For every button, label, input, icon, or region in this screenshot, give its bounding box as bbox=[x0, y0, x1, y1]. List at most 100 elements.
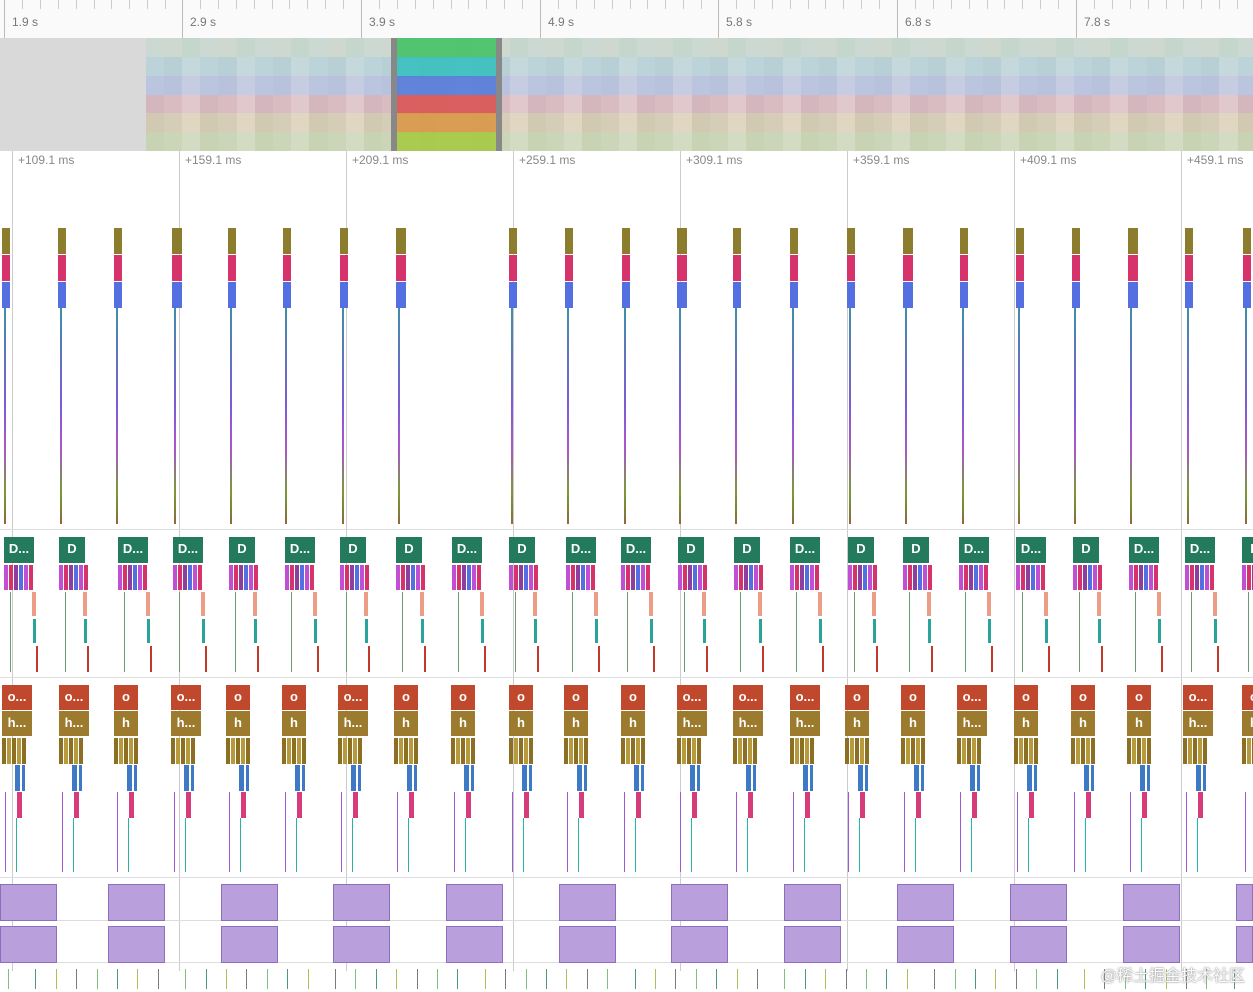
draw-subslice[interactable] bbox=[69, 565, 73, 590]
draw-frame-slice[interactable]: D... bbox=[4, 537, 34, 563]
blue-subslice[interactable] bbox=[127, 765, 132, 791]
handler-subslice[interactable] bbox=[584, 738, 588, 764]
draw-subslice[interactable] bbox=[173, 565, 177, 590]
draw-subslice[interactable] bbox=[908, 565, 912, 590]
handler-subslice[interactable] bbox=[64, 738, 68, 764]
handler-slice[interactable]: h... bbox=[790, 711, 820, 736]
choreographer-slice[interactable]: o bbox=[621, 685, 645, 710]
draw-subslice[interactable] bbox=[1036, 565, 1040, 590]
handler-subslice[interactable] bbox=[471, 738, 475, 764]
draw-subslice[interactable] bbox=[4, 565, 8, 590]
handler-subslice[interactable] bbox=[529, 738, 533, 764]
blue-subslice[interactable] bbox=[471, 765, 474, 791]
draw-subslice[interactable] bbox=[853, 565, 857, 590]
draw-subslice[interactable] bbox=[1149, 565, 1153, 590]
draw-subslice[interactable] bbox=[462, 565, 466, 590]
blue-subslice[interactable] bbox=[184, 765, 189, 791]
frame-slice-olive[interactable] bbox=[172, 228, 182, 254]
draw-frame-slice[interactable]: D bbox=[1242, 537, 1253, 563]
handler-subslice[interactable] bbox=[682, 738, 686, 764]
handler-slice[interactable]: h... bbox=[338, 711, 368, 736]
handler-slice[interactable]: h... bbox=[1183, 711, 1213, 736]
frame-slice-magenta[interactable] bbox=[622, 255, 630, 281]
draw-subslice[interactable] bbox=[529, 565, 533, 590]
handler-subslice[interactable] bbox=[236, 738, 240, 764]
pink-subslice[interactable] bbox=[692, 792, 697, 818]
pink-subslice[interactable] bbox=[524, 792, 529, 818]
draw-subslice-salmon[interactable] bbox=[32, 592, 36, 616]
draw-subslice[interactable] bbox=[452, 565, 456, 590]
draw-subslice-salmon[interactable] bbox=[1097, 592, 1101, 616]
draw-subslice[interactable] bbox=[472, 565, 476, 590]
frame-slice-blue[interactable] bbox=[565, 282, 573, 308]
choreographer-slice[interactable]: o bbox=[509, 685, 533, 710]
vsync-pill[interactable] bbox=[221, 884, 278, 921]
draw-subslice[interactable] bbox=[9, 565, 13, 590]
draw-subslice[interactable] bbox=[1129, 565, 1133, 590]
draw-subslice[interactable] bbox=[754, 565, 758, 590]
blue-subslice[interactable] bbox=[746, 765, 751, 791]
frame-slice-olive[interactable] bbox=[1072, 228, 1080, 254]
vsync-pill[interactable] bbox=[333, 926, 390, 963]
blue-subslice[interactable] bbox=[191, 765, 194, 791]
choreographer-slice[interactable]: o bbox=[114, 685, 138, 710]
pink-subslice[interactable] bbox=[1142, 792, 1147, 818]
draw-frame-slice[interactable]: D bbox=[678, 537, 704, 563]
pink-subslice[interactable] bbox=[129, 792, 134, 818]
handler-subslice[interactable] bbox=[519, 738, 523, 764]
draw-subslice[interactable] bbox=[411, 565, 415, 590]
draw-subslice[interactable] bbox=[928, 565, 932, 590]
draw-subslice[interactable] bbox=[350, 565, 354, 590]
draw-subslice[interactable] bbox=[1016, 565, 1020, 590]
draw-subslice[interactable] bbox=[79, 565, 83, 590]
handler-slice[interactable]: h bbox=[1071, 711, 1095, 736]
draw-subslice[interactable] bbox=[519, 565, 523, 590]
handler-subslice[interactable] bbox=[231, 738, 235, 764]
handler-slice[interactable]: h bbox=[1242, 711, 1253, 736]
draw-subslice-salmon[interactable] bbox=[1157, 592, 1161, 616]
handler-subslice[interactable] bbox=[302, 738, 306, 764]
draw-subslice[interactable] bbox=[1205, 565, 1209, 590]
handler-subslice[interactable] bbox=[641, 738, 645, 764]
pink-subslice[interactable] bbox=[466, 792, 471, 818]
handler-subslice[interactable] bbox=[119, 738, 123, 764]
frame-slice-olive[interactable] bbox=[677, 228, 687, 254]
draw-subslice-teal[interactable] bbox=[84, 619, 87, 643]
draw-subslice-salmon[interactable] bbox=[83, 592, 87, 616]
frame-slice-magenta[interactable] bbox=[903, 255, 913, 281]
handler-subslice[interactable] bbox=[1034, 738, 1038, 764]
draw-subslice[interactable] bbox=[1093, 565, 1097, 590]
frame-slice-olive[interactable] bbox=[565, 228, 573, 254]
draw-subslice[interactable] bbox=[903, 565, 907, 590]
frame-slice-magenta[interactable] bbox=[1016, 255, 1024, 281]
blue-subslice[interactable] bbox=[351, 765, 356, 791]
vsync-pill[interactable] bbox=[559, 884, 616, 921]
handler-subslice[interactable] bbox=[399, 738, 403, 764]
handler-subslice[interactable] bbox=[911, 738, 915, 764]
vsync-pill[interactable] bbox=[784, 926, 841, 963]
draw-subslice[interactable] bbox=[979, 565, 983, 590]
handler-subslice[interactable] bbox=[1193, 738, 1197, 764]
draw-subslice[interactable] bbox=[1210, 565, 1214, 590]
handler-subslice[interactable] bbox=[967, 738, 971, 764]
draw-subslice[interactable] bbox=[918, 565, 922, 590]
pink-subslice[interactable] bbox=[17, 792, 22, 818]
draw-subslice[interactable] bbox=[143, 565, 147, 590]
draw-subslice[interactable] bbox=[234, 565, 238, 590]
blue-subslice[interactable] bbox=[1084, 765, 1089, 791]
handler-subslice[interactable] bbox=[753, 738, 757, 764]
draw-subslice[interactable] bbox=[848, 565, 852, 590]
frame-slice-magenta[interactable] bbox=[228, 255, 236, 281]
handler-subslice[interactable] bbox=[569, 738, 573, 764]
handler-slice[interactable]: h bbox=[564, 711, 588, 736]
frame-slice-blue[interactable] bbox=[1072, 282, 1080, 308]
draw-subslice[interactable] bbox=[913, 565, 917, 590]
handler-subslice[interactable] bbox=[409, 738, 413, 764]
draw-subslice[interactable] bbox=[300, 565, 304, 590]
blue-subslice[interactable] bbox=[1196, 765, 1201, 791]
draw-frame-slice[interactable]: D... bbox=[790, 537, 820, 563]
draw-subslice[interactable] bbox=[749, 565, 753, 590]
blue-subslice[interactable] bbox=[246, 765, 249, 791]
vsync-pill[interactable] bbox=[1010, 926, 1067, 963]
frame-slice-blue[interactable] bbox=[960, 282, 968, 308]
